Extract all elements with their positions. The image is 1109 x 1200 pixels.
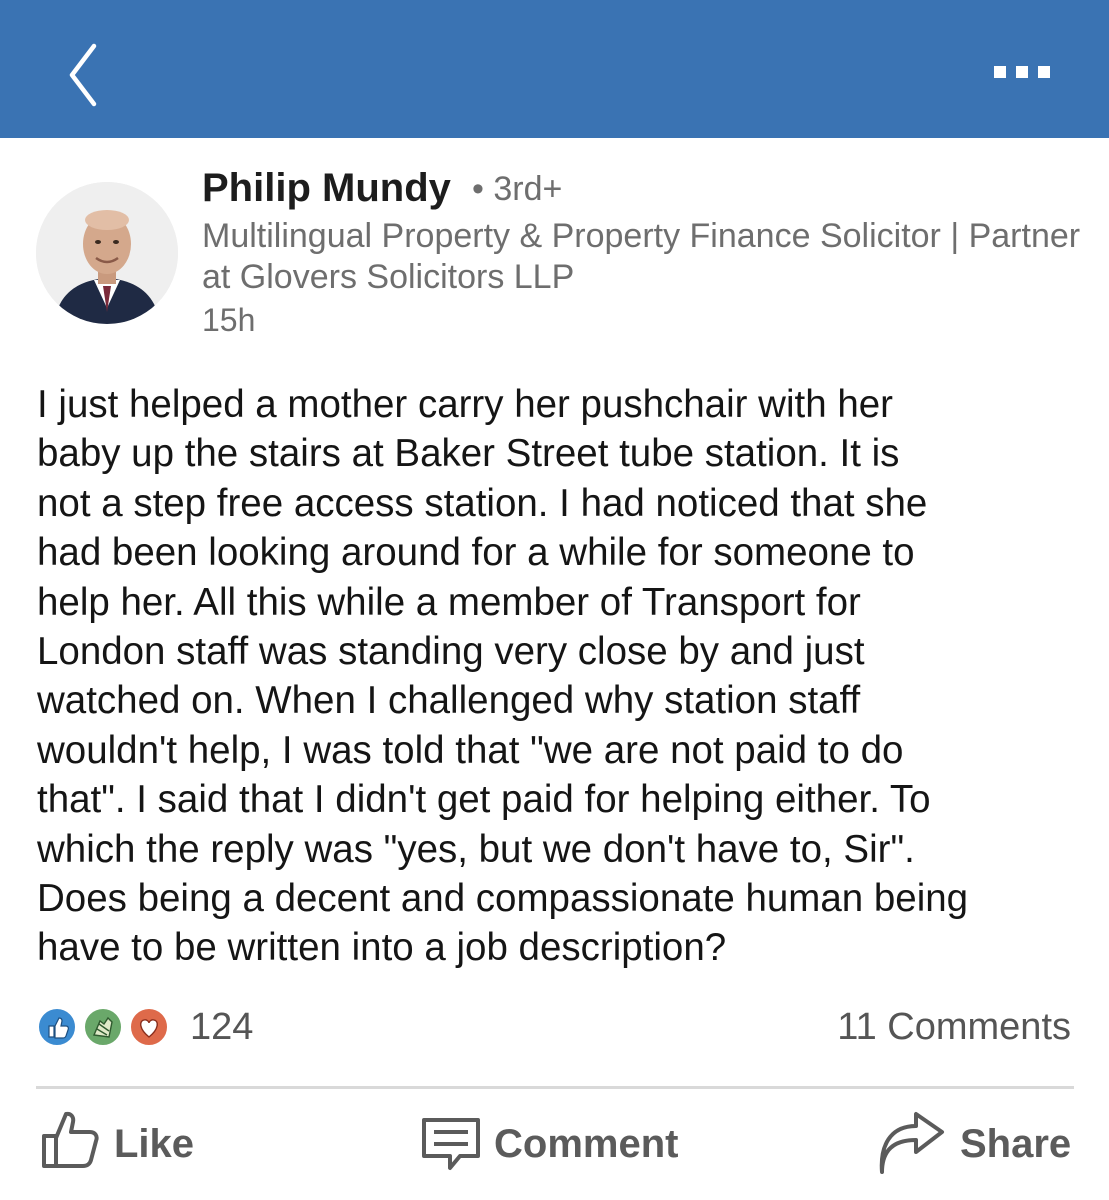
comments-count-link[interactable]: 11 Comments (837, 1006, 1071, 1049)
like-button[interactable]: Like (38, 1104, 198, 1180)
comment-label: Comment (494, 1122, 679, 1166)
comment-button[interactable]: Comment (420, 1104, 700, 1180)
author-avatar[interactable] (36, 182, 178, 324)
more-dots-icon (994, 66, 1006, 78)
like-icon (36, 1006, 78, 1048)
top-navigation-bar (0, 0, 1109, 138)
post-timestamp: 15h (202, 302, 256, 338)
more-options-button[interactable] (994, 62, 1058, 82)
chevron-left-icon (69, 43, 97, 107)
love-icon (128, 1006, 170, 1048)
post-body-text: I just helped a mother carry her pushcha… (37, 383, 969, 970)
avatar-photo (36, 182, 178, 324)
author-headline: Multilingual Property & Property Finance… (202, 217, 1081, 296)
connection-degree: • 3rd+ (472, 170, 563, 208)
reaction-count[interactable]: 124 (190, 1006, 253, 1049)
thumbs-up-icon (42, 1111, 99, 1168)
comment-icon (422, 1118, 480, 1170)
like-label: Like (114, 1122, 195, 1166)
share-arrow-icon (879, 1112, 944, 1174)
celebrate-icon (82, 1006, 124, 1048)
share-label: Share (960, 1122, 1072, 1166)
divider (36, 1086, 1074, 1089)
share-button[interactable]: Share (876, 1104, 1076, 1180)
author-name[interactable]: Philip Mundy (202, 166, 451, 211)
back-button[interactable] (62, 40, 106, 110)
